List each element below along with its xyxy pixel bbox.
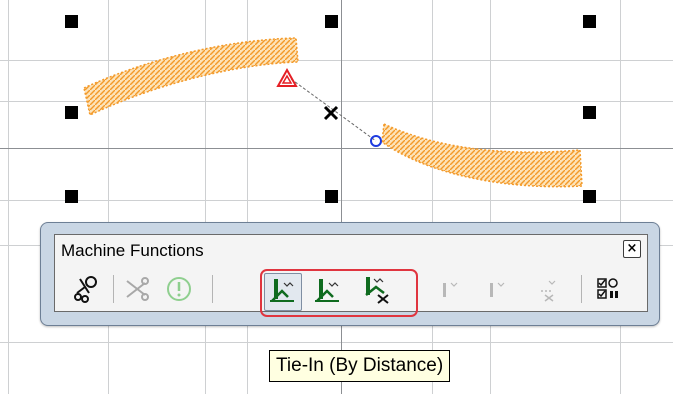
- selection-handle[interactable]: [325, 190, 338, 203]
- selection-handle[interactable]: [65, 106, 78, 119]
- trim-button[interactable]: [121, 273, 153, 305]
- toolbar-separator: [113, 275, 114, 303]
- close-icon: ×: [626, 241, 638, 256]
- scissors-icon: [126, 277, 149, 301]
- selection-handle[interactable]: [325, 15, 338, 28]
- needle-scissors-icon: [74, 276, 97, 303]
- trim-disabled-icon: [541, 280, 556, 302]
- stitch-segment-left[interactable]: [83, 37, 299, 117]
- selection-handle[interactable]: [583, 190, 596, 203]
- selection-handle[interactable]: [65, 15, 78, 28]
- triangle-start-marker-icon[interactable]: [276, 67, 298, 87]
- tie-in-button[interactable]: [311, 273, 343, 305]
- tie-off-icon: [365, 277, 389, 304]
- toolbar-body: Machine Functions ×: [54, 234, 648, 317]
- tie-in-disabled-icon: [443, 282, 458, 297]
- tie-in-alt-disabled-button[interactable]: [482, 273, 514, 305]
- selection-handle[interactable]: [583, 15, 596, 28]
- toolbar-title: Machine Functions: [61, 241, 204, 260]
- toolbar-separator: [212, 275, 213, 303]
- checklist-settings-icon: [597, 278, 618, 299]
- tie-off-button[interactable]: [360, 273, 392, 305]
- tooltip: Tie-In (By Distance): [269, 350, 451, 382]
- trim-disabled-button[interactable]: [531, 273, 563, 305]
- checklist-settings-button[interactable]: [593, 273, 625, 305]
- tie-in-by-distance-icon: [270, 279, 294, 302]
- tie-in-alt-disabled-icon: [490, 282, 505, 297]
- design-canvas[interactable]: [0, 0, 673, 394]
- tie-in-disabled-button[interactable]: [435, 273, 467, 305]
- toolbar-separator: [581, 275, 582, 303]
- selection-handle[interactable]: [583, 106, 596, 119]
- close-button[interactable]: ×: [623, 240, 641, 258]
- stop-icon: [167, 277, 191, 301]
- stitch-segment-right[interactable]: [381, 122, 583, 188]
- machine-functions-toolbar[interactable]: Machine Functions ×: [40, 222, 660, 326]
- x-cross-center-icon: [323, 105, 339, 121]
- tie-in-by-distance-button[interactable]: [266, 273, 298, 305]
- needle-scissors-button[interactable]: [71, 273, 103, 305]
- tie-in-icon: [315, 279, 339, 302]
- selection-handle[interactable]: [65, 190, 78, 203]
- stop-button[interactable]: [163, 273, 195, 305]
